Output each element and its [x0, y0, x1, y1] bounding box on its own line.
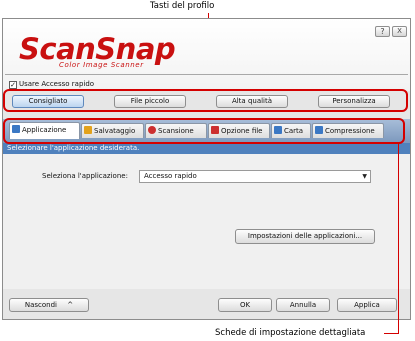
select-application-label: Seleziona l'applicazione: — [42, 172, 128, 180]
dropdown-arrow-icon: ▼ — [362, 173, 367, 180]
close-button[interactable]: X — [392, 26, 407, 37]
check-icon: ✓ — [10, 81, 16, 89]
tab-content-panel: Selezionare l'applicazione desiderata. S… — [3, 143, 410, 289]
divider — [5, 74, 408, 75]
quick-access-checkbox[interactable]: ✓ — [9, 81, 17, 89]
footer-bar: Nascondi ^ OK Annulla Applica — [3, 291, 410, 319]
section-title: Selezionare l'applicazione desiderata. — [3, 143, 410, 154]
logo-subtitle: Color Image Scanner — [59, 61, 144, 69]
quick-access-label: Usare Accesso rapido — [19, 80, 95, 88]
select-value: Accesso rapido — [144, 172, 197, 180]
cancel-button[interactable]: Annulla — [276, 298, 330, 312]
chevron-up-icon: ^ — [67, 301, 74, 309]
help-icon: ? — [380, 27, 385, 36]
hide-label: Nascondi — [24, 301, 58, 309]
hide-button[interactable]: Nascondi ^ — [9, 298, 89, 312]
application-select[interactable]: Accesso rapido ▼ — [139, 170, 371, 183]
tabs-highlight — [3, 118, 405, 144]
callout-line-bottom-vertical — [398, 144, 399, 334]
callout-line-bottom-horizontal — [384, 333, 399, 334]
tab-settings-callout: Schede di impostazione dettagliata — [215, 328, 366, 338]
ok-button[interactable]: OK — [218, 298, 272, 312]
profile-buttons-highlight — [3, 89, 408, 112]
profile-buttons-callout: Tasti del profilo — [150, 1, 215, 11]
apply-button[interactable]: Applica — [337, 298, 397, 312]
help-button[interactable]: ? — [375, 26, 390, 37]
close-icon: X — [397, 27, 402, 35]
scansnap-settings-window: ? X ScanSnap Color Image Scanner ✓ Usare… — [2, 18, 411, 320]
application-settings-button[interactable]: Impostazioni delle applicazioni... — [235, 229, 375, 244]
